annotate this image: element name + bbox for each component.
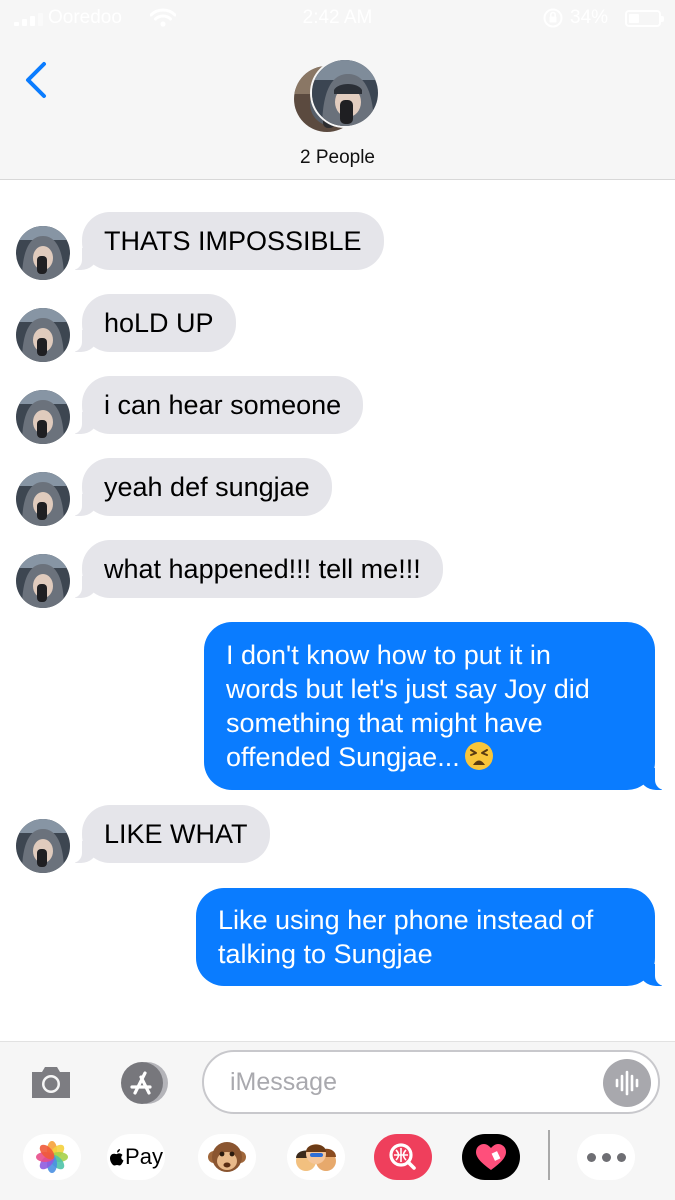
battery-icon — [625, 10, 664, 27]
message-text: what happened!!! tell me!!! — [104, 554, 421, 584]
audio-record-button[interactable] — [603, 1059, 651, 1107]
messages-screen: Ooredoo 2:42 AM 34% 2 People THATS IMPOS… — [0, 0, 675, 1200]
sender-avatar[interactable] — [16, 472, 70, 526]
message-bubble[interactable]: LIKE WHAT — [72, 805, 270, 863]
message-text: THATS IMPOSSIBLE — [104, 226, 362, 256]
photos-app-button[interactable] — [23, 1134, 81, 1180]
orientation-lock-icon — [542, 7, 564, 35]
message-bubble[interactable]: yeah def sungjae — [72, 458, 332, 516]
app-store-button[interactable] — [113, 1060, 173, 1106]
image-search-app-button[interactable] — [374, 1134, 432, 1180]
waveform-icon — [615, 1070, 639, 1096]
more-icon — [586, 1152, 626, 1162]
sender-avatar[interactable] — [16, 308, 70, 362]
message-bubble[interactable]: hoLD UP — [72, 294, 236, 352]
message-bubble-sent[interactable]: Like using her phone instead of talking … — [196, 888, 665, 986]
status-bar: Ooredoo 2:42 AM 34% — [0, 0, 675, 38]
message-input[interactable] — [202, 1050, 660, 1114]
message-text-line: offended Sungjae... — [226, 740, 633, 774]
app-store-icon — [121, 1062, 168, 1104]
camera-icon — [32, 1067, 70, 1098]
more-apps-button[interactable] — [577, 1134, 635, 1180]
photos-icon — [36, 1141, 68, 1173]
composer-bar: Pay — [0, 1041, 675, 1200]
back-button[interactable] — [18, 58, 58, 102]
apple-pay-label: Pay — [125, 1144, 163, 1169]
message-text-line: talking to Sungjae — [218, 939, 433, 969]
sender-avatar[interactable] — [16, 819, 70, 873]
message-thread[interactable]: THATS IMPOSSIBLE hoLD UP i can hear some… — [0, 181, 675, 1041]
conversation-header: Ooredoo 2:42 AM 34% 2 People — [0, 0, 675, 180]
apple-pay-app-button[interactable]: Pay — [107, 1134, 165, 1180]
message-text-line: Like using her phone instead of — [218, 905, 594, 935]
sender-avatar[interactable] — [16, 554, 70, 608]
conversation-title[interactable]: 2 People — [0, 147, 675, 169]
message-bubble[interactable]: what happened!!! tell me!!! — [72, 540, 443, 598]
avatar — [310, 58, 380, 128]
message-bubble-sent[interactable]: I don't know how to put it in words but … — [204, 622, 665, 790]
message-text: hoLD UP — [104, 308, 214, 338]
message-text: i can hear someone — [104, 390, 342, 420]
drawer-divider — [548, 1130, 550, 1180]
camera-button[interactable] — [28, 1062, 74, 1102]
message-text-fragment: offended Sungjae... — [226, 742, 460, 772]
message-text: LIKE WHAT — [104, 819, 248, 849]
battery-percent: 34% — [570, 7, 609, 28]
animoji-app-button[interactable] — [198, 1134, 256, 1180]
chevron-left-icon — [26, 62, 46, 98]
group-avatar[interactable] — [290, 58, 386, 134]
tired-face-emoji — [464, 741, 494, 771]
heart-sticker-icon — [476, 1144, 506, 1170]
message-text-line: something that might have — [226, 708, 543, 738]
memoji-app-button[interactable] — [287, 1134, 345, 1180]
message-text-line: I don't know how to put it in — [226, 640, 551, 670]
sender-avatar[interactable] — [16, 226, 70, 280]
message-text-line: words but let's just say Joy did — [226, 674, 590, 704]
apple-pay-icon — [110, 1149, 124, 1166]
monkey-emoji-icon — [208, 1142, 246, 1172]
memoji-icon — [296, 1144, 336, 1171]
sender-avatar[interactable] — [16, 390, 70, 444]
sticker-app-button[interactable] — [462, 1134, 520, 1180]
message-text: yeah def sungjae — [104, 472, 310, 502]
image-search-icon — [389, 1143, 416, 1170]
message-bubble[interactable]: THATS IMPOSSIBLE — [72, 212, 384, 270]
message-bubble[interactable]: i can hear someone — [71, 376, 364, 434]
app-drawer: Pay — [0, 1130, 675, 1194]
